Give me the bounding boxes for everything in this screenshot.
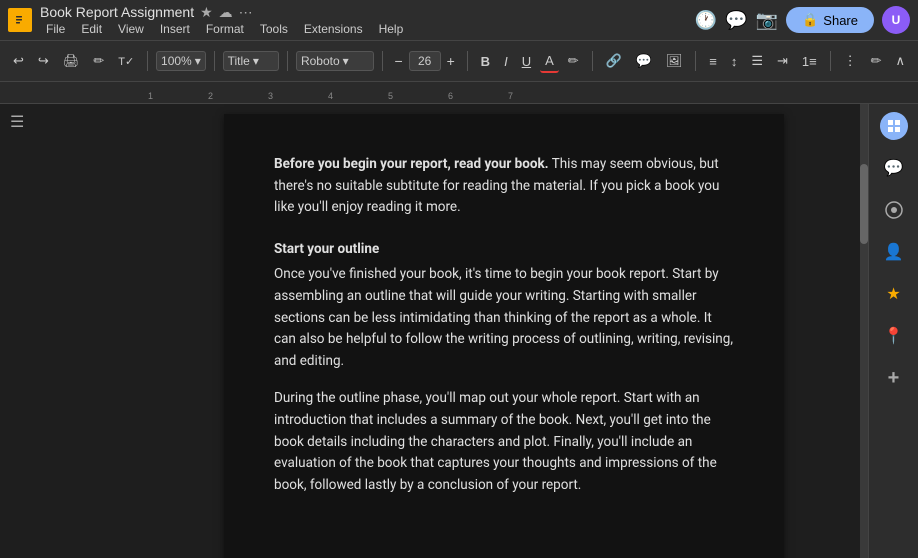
sidebar-icon-sheets[interactable] (880, 112, 908, 140)
more-options-button[interactable]: ⋮ (839, 50, 862, 72)
share-label: Share (823, 13, 858, 28)
font-select[interactable]: Roboto ▾ (296, 51, 374, 71)
menu-edit[interactable]: Edit (75, 21, 108, 37)
ruler-mark-0: 1 (148, 91, 153, 101)
font-size-area: − + (390, 51, 458, 71)
separator-5 (467, 51, 468, 71)
title-bar: Book Report Assignment ★ ☁ ⋯ File Edit V… (0, 0, 918, 40)
section1-title: Start your outline (274, 239, 734, 261)
vertical-scrollbar[interactable] (860, 104, 868, 558)
align-button[interactable]: ≡ (704, 51, 722, 72)
style-select[interactable]: Title ▾ (223, 51, 280, 71)
zoom-select[interactable]: 100% ▾ (156, 51, 206, 71)
sidebar-icon-people[interactable]: 👤 (880, 238, 908, 266)
paint-2-button[interactable]: ✏ (866, 50, 887, 72)
link-button[interactable]: 🔗 (601, 50, 627, 72)
ruler-mark-7: 7 (508, 91, 513, 101)
drive-icon[interactable]: ☁ (219, 4, 233, 21)
zoom-value: 100% (161, 54, 192, 68)
toolbar: ↩ ↪ 🖨 ✏ T✓ 100% ▾ Title ▾ Roboto ▾ − + B… (0, 40, 918, 82)
menu-tools[interactable]: Tools (254, 21, 294, 37)
title-row: Book Report Assignment ★ ☁ ⋯ (40, 4, 687, 21)
font-dropdown-icon: ▾ (343, 54, 349, 68)
separator-1 (147, 51, 148, 71)
star-icon[interactable]: ★ (200, 4, 213, 21)
style-value: Title (228, 54, 250, 68)
numbered-list-button[interactable]: 1≡ (797, 51, 822, 72)
ruler-mark-6: 6 (448, 91, 453, 101)
font-size-increase[interactable]: + (443, 51, 459, 71)
hamburger-menu[interactable]: ☰ (10, 114, 24, 131)
ruler-content: 1 2 3 4 5 6 7 (148, 82, 770, 103)
ruler-mark-5: 5 (388, 91, 393, 101)
menu-help[interactable]: Help (373, 21, 410, 37)
font-value: Roboto (301, 54, 340, 68)
sidebar-icon-chat[interactable]: 💬 (880, 154, 908, 182)
right-sidebar: 💬 👤 ★ 📍 + (868, 104, 918, 558)
italic-button[interactable]: I (499, 51, 513, 72)
underline-button[interactable]: U (517, 51, 536, 72)
separator-7 (695, 51, 696, 71)
doc-title[interactable]: Book Report Assignment (40, 4, 194, 20)
section2-body: During the outline phase, you'll map out… (274, 388, 734, 496)
ruler-mark-3: 3 (268, 91, 273, 101)
doc-icon (8, 8, 32, 32)
share-button[interactable]: 🔒 Share (786, 7, 874, 33)
ruler-mark-2: 2 (208, 91, 213, 101)
separator-8 (830, 51, 831, 71)
style-dropdown-icon: ▾ (253, 54, 259, 68)
separator-4 (382, 51, 383, 71)
font-size-decrease[interactable]: − (390, 51, 406, 71)
toolbar-right: 🕐 💬 📷 🔒 Share U (695, 6, 910, 34)
main-area: ☰ Before you begin your report, read you… (0, 104, 918, 558)
first-paragraph: Before you begin your report, read your … (274, 154, 734, 219)
title-section: Book Report Assignment ★ ☁ ⋯ File Edit V… (40, 4, 687, 37)
collapse-toolbar-button[interactable]: ∧ (890, 50, 910, 72)
redo-button[interactable]: ↪ (33, 50, 54, 72)
separator-6 (592, 51, 593, 71)
indent-button[interactable]: ⇥ (772, 50, 793, 72)
first-paragraph-bold: Before you begin your report, read your … (274, 156, 549, 172)
highlight-button[interactable]: ✏ (563, 50, 584, 72)
menu-view[interactable]: View (112, 21, 150, 37)
user-avatar[interactable]: U (882, 6, 910, 34)
menu-extensions[interactable]: Extensions (298, 21, 369, 37)
sidebar-icon-map[interactable]: 📍 (880, 322, 908, 350)
section1-body: Once you've finished your book, it's tim… (274, 264, 734, 372)
ruler-mark-4: 4 (328, 91, 333, 101)
scroll-thumb[interactable] (860, 164, 868, 244)
history-icon[interactable]: 🕐 (695, 10, 717, 31)
image-button[interactable]: 🖼 (661, 50, 688, 72)
bold-button[interactable]: B (476, 51, 495, 72)
zoom-dropdown-icon: ▾ (195, 54, 201, 68)
left-sidebar: ☰ (0, 104, 148, 558)
menu-bar: File Edit View Insert Format Tools Exten… (40, 21, 687, 37)
paint-format-button[interactable]: ✏ (88, 50, 109, 72)
chat-icon[interactable]: 💬 (725, 10, 747, 31)
text-color-button[interactable]: A (540, 50, 559, 73)
menu-file[interactable]: File (40, 21, 71, 37)
sidebar-icon-add[interactable]: + (880, 364, 908, 392)
spellcheck-button[interactable]: T✓ (113, 52, 139, 71)
menu-format[interactable]: Format (200, 21, 250, 37)
separator-3 (287, 51, 288, 71)
comment-button[interactable]: 💬 (631, 50, 657, 72)
font-size-input[interactable] (409, 51, 441, 71)
lock-icon: 🔒 (802, 12, 818, 28)
sidebar-icon-camera[interactable] (880, 196, 908, 224)
menu-insert[interactable]: Insert (154, 21, 196, 37)
document-area: Before you begin your report, read your … (148, 104, 860, 558)
separator-2 (214, 51, 215, 71)
undo-button[interactable]: ↩ (8, 50, 29, 72)
meet-icon[interactable]: 📷 (756, 10, 778, 31)
page[interactable]: Before you begin your report, read your … (224, 114, 784, 558)
print-button[interactable]: 🖨 (58, 50, 85, 72)
list-button[interactable]: ☰ (746, 50, 768, 72)
sidebar-icon-star[interactable]: ★ (880, 280, 908, 308)
line-spacing-button[interactable]: ↕ (726, 51, 743, 72)
ruler: 1 2 3 4 5 6 7 (0, 82, 918, 104)
more-icon[interactable]: ⋯ (239, 4, 253, 21)
